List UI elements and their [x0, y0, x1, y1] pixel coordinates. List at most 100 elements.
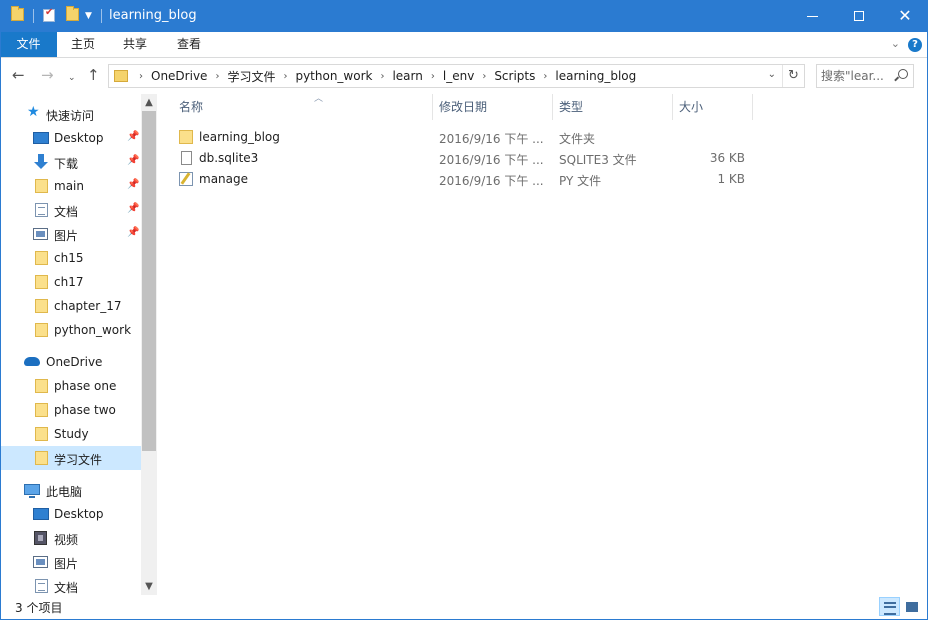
file-name: learning_blog	[199, 130, 280, 144]
python-file-icon	[179, 172, 193, 186]
nav-item-videos[interactable]: 视频	[0, 526, 141, 550]
column-header-modified[interactable]: 修改日期	[433, 94, 553, 120]
chevron-right-icon[interactable]: ›	[283, 71, 287, 82]
minimize-button[interactable]	[790, 0, 836, 32]
file-row-db-sqlite3[interactable]: db.sqlite3 2016/9/16 下午 ... SQLITE3 文件 3…	[173, 148, 753, 169]
chevron-right-icon[interactable]: ›	[431, 71, 435, 82]
divider	[101, 9, 102, 23]
nav-item-documents[interactable]: 文档 📌	[0, 198, 141, 222]
search-box[interactable]	[816, 64, 914, 88]
large-icons-view-icon[interactable]	[901, 597, 922, 616]
breadcrumb-onedrive[interactable]: OneDrive	[151, 69, 207, 83]
file-row-manage[interactable]: manage 2016/9/16 下午 ... PY 文件 1 KB	[173, 169, 753, 190]
pin-icon[interactable]: 📌	[127, 203, 139, 214]
tab-view[interactable]: 查看	[161, 32, 217, 57]
nav-this-pc[interactable]: 此电脑	[0, 478, 141, 502]
minimize-icon	[807, 16, 818, 17]
forward-button[interactable]: →	[41, 67, 54, 83]
nav-item-label: ch15	[54, 251, 84, 265]
nav-item-downloads[interactable]: 下载 📌	[0, 150, 141, 174]
nav-item-label: 视频	[54, 533, 79, 547]
nav-item-label: python_work	[54, 323, 132, 337]
chevron-right-icon[interactable]: ›	[380, 71, 384, 82]
nav-item-python-work[interactable]: python_work	[0, 318, 141, 342]
window-title: learning_blog	[109, 8, 197, 23]
nav-pane-scrollbar[interactable]: ▲ ▼	[141, 94, 157, 595]
expand-ribbon-chevron-icon[interactable]: ⌄	[891, 37, 900, 50]
nav-item-study[interactable]: Study	[0, 422, 141, 446]
address-history-chevron-icon[interactable]: ⌄	[768, 69, 776, 80]
pin-icon[interactable]: 📌	[127, 131, 139, 142]
nav-item-pc-desktop[interactable]: Desktop	[0, 502, 141, 526]
tab-home[interactable]: 主页	[57, 32, 109, 57]
nav-item-phase-one[interactable]: phase one	[0, 374, 141, 398]
file-row-learning-blog[interactable]: learning_blog 2016/9/16 下午 ... 文件夹	[173, 127, 753, 148]
folder-icon	[35, 251, 48, 265]
new-folder-icon[interactable]	[66, 6, 79, 21]
back-button[interactable]: ←	[12, 67, 25, 83]
maximize-icon	[854, 11, 864, 21]
chevron-right-icon[interactable]: ›	[482, 71, 486, 82]
status-bar: 3 个项目	[0, 595, 928, 620]
pin-icon[interactable]: 📌	[127, 227, 139, 238]
breadcrumb-python-work[interactable]: python_work	[295, 69, 372, 83]
chevron-right-icon[interactable]: ›	[215, 71, 219, 82]
breadcrumb-study-files[interactable]: 学习文件	[227, 68, 275, 85]
file-list: ︿ 名称 修改日期 类型 大小 learning_blog 2016/9/16 …	[157, 94, 928, 595]
pin-icon[interactable]: 📌	[127, 155, 139, 166]
chevron-right-icon[interactable]: ›	[139, 71, 143, 82]
nav-item-chapter-17[interactable]: chapter_17	[0, 294, 141, 318]
nav-item-pc-pictures[interactable]: 图片	[0, 550, 141, 574]
breadcrumb-learning-blog[interactable]: learning_blog	[555, 69, 636, 83]
tab-share[interactable]: 共享	[109, 32, 161, 57]
recent-locations-button[interactable]: ⌄	[68, 70, 76, 86]
nav-onedrive[interactable]: OneDrive	[0, 350, 141, 374]
maximize-button[interactable]	[836, 0, 882, 32]
file-modified: 2016/9/16 下午 ...	[439, 174, 544, 188]
folder-icon	[35, 323, 48, 337]
up-button[interactable]: ↑	[87, 67, 100, 83]
address-bar[interactable]: › OneDrive › 学习文件 › python_work › learn …	[108, 64, 805, 88]
nav-item-desktop[interactable]: Desktop 📌	[0, 126, 141, 150]
details-view-icon[interactable]	[879, 597, 900, 616]
desktop-icon	[33, 132, 49, 144]
search-icon	[898, 69, 908, 79]
breadcrumb-scripts[interactable]: Scripts	[494, 69, 535, 83]
nav-item-phase-two[interactable]: phase two	[0, 398, 141, 422]
nav-item-ch17[interactable]: ch17	[0, 270, 141, 294]
breadcrumb-learn[interactable]: learn	[392, 69, 422, 83]
column-header-type[interactable]: 类型	[553, 94, 673, 120]
folder-icon	[179, 130, 193, 144]
customize-toolbar-dropdown-icon[interactable]: ▼	[85, 11, 92, 21]
nav-item-label: 下载	[54, 157, 79, 171]
nav-quick-access[interactable]: ★ 快速访问	[0, 102, 141, 126]
nav-item-main[interactable]: main 📌	[0, 174, 141, 198]
scroll-down-icon[interactable]: ▼	[141, 578, 157, 595]
close-button[interactable]: ✕	[882, 0, 928, 32]
scrollbar-thumb[interactable]	[142, 111, 156, 451]
column-header-size[interactable]: 大小	[673, 94, 753, 120]
chevron-right-icon[interactable]: ›	[543, 71, 547, 82]
nav-item-pc-documents[interactable]: 文档	[0, 574, 141, 595]
search-input[interactable]	[821, 68, 891, 84]
tab-file[interactable]: 文件	[0, 32, 57, 57]
breadcrumb-l-env[interactable]: l_env	[443, 69, 474, 83]
scroll-up-icon[interactable]: ▲	[141, 94, 157, 111]
pin-icon[interactable]: 📌	[127, 179, 139, 190]
computer-icon	[24, 484, 40, 498]
navigation-bar: ← → ⌄ ↑ › OneDrive › 学习文件 › python_work …	[0, 58, 928, 94]
file-modified: 2016/9/16 下午 ...	[439, 132, 544, 146]
refresh-icon: ↻	[788, 68, 799, 83]
column-header-label: 类型	[559, 100, 584, 114]
column-header-name[interactable]: ︿ 名称	[173, 94, 433, 120]
folder-icon	[35, 451, 48, 465]
help-icon[interactable]: ?	[908, 38, 922, 52]
arrow-left-icon: ←	[12, 66, 25, 84]
nav-item-ch15[interactable]: ch15	[0, 246, 141, 270]
nav-item-pictures[interactable]: 图片 📌	[0, 222, 141, 246]
file-icon	[181, 151, 192, 165]
nav-item-study-files[interactable]: 学习文件	[0, 446, 141, 470]
properties-icon[interactable]	[43, 7, 55, 22]
file-modified: 2016/9/16 下午 ...	[439, 153, 544, 167]
refresh-button[interactable]: ↻	[782, 65, 804, 87]
